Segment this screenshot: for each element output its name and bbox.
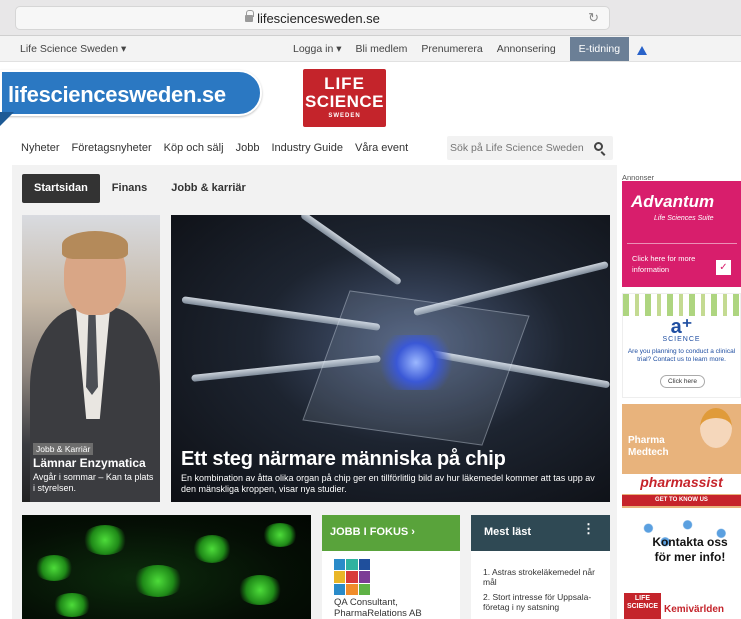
check-icon: ✓ — [716, 260, 731, 275]
article-summary: Avgår i sommar – Kan ta plats i styrelse… — [33, 472, 154, 493]
article-summary: En kombination av åtta olika organ på ch… — [181, 473, 595, 494]
mest-last-list: 1. Astras strokeläkemedel når mål 2. Sto… — [483, 567, 605, 617]
url-field[interactable]: lifesciencesweden.se ↻ — [15, 6, 610, 30]
main-nav: Nyheter Företagsnyheter Köp och sälj Job… — [21, 142, 420, 154]
site-logo[interactable]: LIFE SCIENCE SWEDEN — [303, 69, 386, 127]
mest-last-box: Mest läst ⋮ 1. Astras strokeläkemedel nå… — [471, 515, 610, 619]
tab-startsidan[interactable]: Startsidan — [22, 174, 100, 203]
search-icon[interactable] — [594, 142, 603, 151]
reload-icon[interactable]: ↻ — [588, 10, 599, 26]
article-image-cells[interactable] — [22, 515, 311, 619]
site-selector[interactable]: Life Science Sweden ▾ — [20, 43, 126, 55]
ad-ascience[interactable]: a⁺ SCIENCE Are you planning to conduct a… — [622, 293, 741, 398]
login-link[interactable]: Logga in ▾ — [293, 43, 341, 55]
alert-icon[interactable] — [637, 45, 648, 55]
jobb-i-fokus-box: JOBB I FOKUS › QA Consultant, PharmaRela… — [322, 515, 460, 619]
company-logo — [334, 559, 370, 595]
nav-item-kop-och-salj[interactable]: Köp och sälj — [164, 142, 224, 154]
domain-banner: lifesciencesweden.se — [0, 70, 262, 116]
browser-address-bar: lifesciencesweden.se ↻ — [0, 0, 741, 36]
section-tabs: Startsidan Finans Jobb & karriär — [22, 174, 258, 203]
domain-banner-text: lifesciencesweden.se — [8, 82, 226, 107]
more-options-icon[interactable]: ⋮ — [582, 522, 595, 535]
jobb-i-fokus-heading[interactable]: JOBB I FOKUS › — [322, 515, 460, 551]
list-item[interactable]: 1. Astras strokeläkemedel når mål — [483, 567, 605, 587]
ad-kemivarlden[interactable]: Kontakta oss för mer info! LIFE SCIENCE … — [622, 514, 741, 619]
nav-item-nyheter[interactable]: Nyheter — [21, 142, 60, 154]
utility-nav: Logga in ▾ Bli medlem Prenumerera Annons… — [293, 36, 661, 62]
article-title[interactable]: Ett steg närmare människa på chip — [181, 448, 506, 471]
subscribe-link[interactable]: Prenumerera — [421, 43, 482, 55]
category-tag: Jobb & Karriär — [33, 443, 94, 455]
banner-tail — [0, 112, 14, 126]
job-listing[interactable]: QA Consultant, PharmaRelations AB — [334, 597, 460, 619]
nav-item-vara-event[interactable]: Våra event — [355, 142, 408, 154]
tab-finans[interactable]: Finans — [100, 174, 159, 203]
mest-last-heading: Mest läst ⋮ — [471, 515, 610, 551]
etidning-button[interactable]: E-tidning — [569, 37, 630, 61]
nav-item-industry-guide[interactable]: Industry Guide — [271, 142, 343, 154]
ad-pharmassist[interactable]: Pharma Medtech pharmassist GET TO KNOW US — [622, 404, 741, 508]
lock-icon — [245, 10, 255, 22]
join-link[interactable]: Bli medlem — [355, 43, 407, 55]
list-item[interactable]: 2. Stort intresse för Uppsala-företag i … — [483, 592, 605, 612]
nav-item-jobb[interactable]: Jobb — [236, 142, 260, 154]
utility-bar: Life Science Sweden ▾ Logga in ▾ Bli med… — [0, 36, 741, 62]
article-title[interactable]: Lämnar Enzymatica — [33, 456, 146, 470]
url-text: lifesciencesweden.se — [257, 11, 380, 26]
search-input[interactable] — [450, 140, 585, 156]
nav-item-foretagsnyheter[interactable]: Företagsnyheter — [72, 142, 152, 154]
ad-advantum[interactable]: Advantum Life Sciences Suite Click here … — [622, 181, 741, 287]
ad-click-button[interactable]: Click here — [660, 375, 705, 388]
advertising-link[interactable]: Annonsering — [497, 43, 556, 55]
search-box — [447, 136, 613, 160]
tab-jobb-karriar[interactable]: Jobb & karriär — [159, 174, 258, 203]
